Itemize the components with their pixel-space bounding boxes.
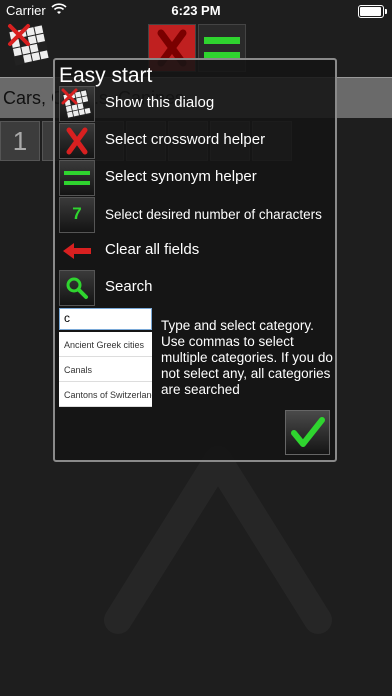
category-help-text: Type and select category. Use commas to …: [161, 318, 333, 397]
magnifier-icon: [59, 270, 95, 306]
status-bar: Carrier 6:23 PM: [0, 0, 392, 20]
help-row-synonym: Select synonym helper: [59, 160, 329, 196]
help-row-search: Search: [59, 270, 329, 306]
number-seven-icon: 7: [59, 197, 95, 233]
help-label: Select desired number of characters: [105, 207, 322, 222]
letter-cell[interactable]: 1: [0, 121, 40, 161]
easy-start-dialog: Easy start Show this dialog Select cross…: [53, 58, 337, 462]
clock: 6:23 PM: [171, 3, 221, 18]
help-label: Clear all fields: [105, 241, 200, 258]
crossword-logo-icon[interactable]: [6, 22, 52, 68]
dialog-title: Easy start: [59, 64, 153, 87]
confirm-button[interactable]: [285, 410, 330, 455]
help-label: Select synonym helper: [105, 168, 257, 185]
battery-icon: [358, 5, 387, 18]
help-row-characters: 7 Select desired number of characters: [59, 197, 329, 233]
category-dropdown[interactable]: Ancient Greek cities Canals Cantons of S…: [59, 332, 152, 407]
red-x-icon: [59, 123, 95, 159]
category-input-value: c: [64, 311, 70, 325]
letter-cell-digit: 1: [12, 126, 28, 156]
number-seven-text: 7: [72, 204, 82, 223]
help-row-clear: Clear all fields: [59, 233, 329, 269]
help-label: Select crossword helper: [105, 131, 266, 148]
help-row-crossword: Select crossword helper: [59, 123, 329, 159]
help-label: Show this dialog: [105, 94, 215, 111]
help-row-show-dialog: Show this dialog: [59, 86, 329, 122]
checkmark-icon: [291, 417, 325, 447]
crossword-logo-icon: [59, 86, 95, 122]
category-option[interactable]: Ancient Greek cities: [59, 332, 152, 357]
background-arrow-icon: [104, 446, 332, 634]
red-arrow-left-icon: [59, 233, 95, 269]
category-option[interactable]: Canals: [59, 357, 152, 382]
category-input[interactable]: c: [59, 308, 152, 330]
help-label: Search: [105, 278, 153, 295]
category-option[interactable]: Cantons of Switzerland: [59, 382, 152, 407]
green-equals-icon: [59, 160, 95, 196]
